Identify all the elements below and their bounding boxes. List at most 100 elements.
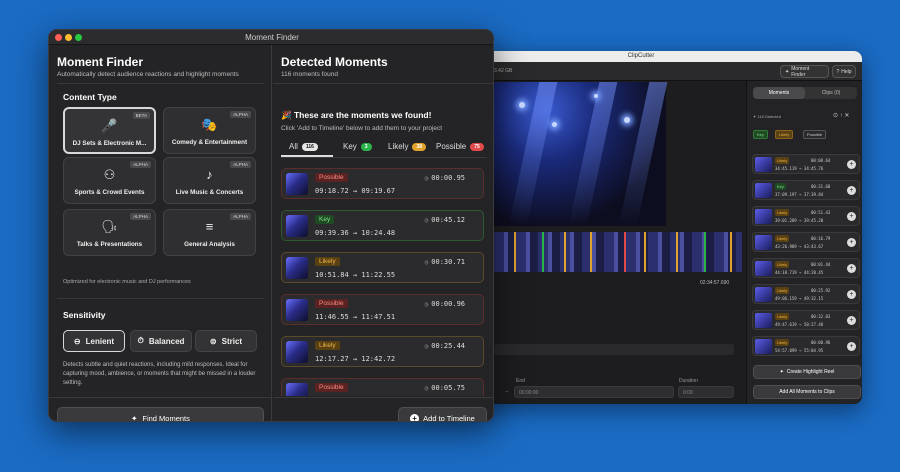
- add-moment-icon[interactable]: +: [847, 212, 856, 221]
- stage-badge: ALPHA: [230, 161, 251, 168]
- moment-card[interactable]: Possible 11:46.55 → 11:47.51 ◷ 00:00.96: [281, 294, 484, 325]
- sensitivity-lenient-button[interactable]: ⊖ Lenient: [63, 330, 125, 352]
- moment-thumbnail: [755, 261, 772, 276]
- sidebar-moment-row[interactable]: Likely 49:47.619 → 50:27.48 00:32.83 +: [752, 310, 860, 330]
- moment-finder-toolbar-button[interactable]: ✦ Moment Finder: [780, 65, 829, 78]
- stage-light: [594, 94, 598, 98]
- sidebar-moment-row[interactable]: Likely 54:57.899 → 55:04.95 00:00.96 +: [752, 336, 860, 356]
- content-type-card[interactable]: ⚇ Sports & Crowd Events ALPHA: [63, 157, 156, 204]
- end-time: 09:19.67: [361, 187, 396, 195]
- plus-circle-icon: +: [410, 413, 420, 421]
- tab-label: Likely: [388, 142, 409, 151]
- add-moment-icon[interactable]: +: [847, 264, 856, 273]
- create-highlight-reel-button[interactable]: ✦ Create Highlight Reel: [753, 365, 861, 379]
- arrow-right-icon: →: [796, 244, 804, 249]
- sensitivity-strict-button[interactable]: ⊜ Strict: [195, 330, 257, 352]
- moment-card[interactable]: Possible 09:18.72 → 09:19.67 ◷ 00:00.95: [281, 168, 484, 199]
- moment-card[interactable]: Likely 12:17.27 → 12:42.72 ◷ 00:25.44: [281, 336, 484, 367]
- light-beam: [618, 82, 668, 226]
- moment-card[interactable]: Possible ◷ 00:05.75: [281, 378, 484, 396]
- content-type-card[interactable]: ♪ Live Music & Concerts ALPHA: [163, 157, 256, 204]
- sidebar-moment-row[interactable]: Likely 34:45.119 → 34:45.76 00:08.64 +: [752, 154, 860, 174]
- content-type-card[interactable]: 🗣 Talks & Presentations ALPHA: [63, 209, 156, 256]
- arrow-right-icon: →: [348, 229, 362, 237]
- results-count: 116 moments found: [281, 71, 338, 78]
- results-title: Detected Moments: [281, 55, 388, 69]
- divider: [57, 298, 264, 299]
- end-field[interactable]: 00:00:00: [514, 386, 674, 398]
- duration: ◷ 00:00.95: [425, 174, 465, 182]
- moments-list[interactable]: Possible 09:18.72 → 09:19.67 ◷ 00:00.95 Key 0…: [273, 159, 493, 396]
- moment-thumbnail: [286, 173, 308, 195]
- sidebar-moment-row[interactable]: Likely 43:26.989 → 43:43.67 00:16.79 +: [752, 232, 860, 252]
- time-range: 39:01.289 → 39:45.20: [775, 218, 823, 223]
- time-range: 43:26.989 → 43:43.67: [775, 244, 823, 249]
- moment-marker: [514, 232, 516, 272]
- tab-all[interactable]: All 116: [289, 142, 318, 151]
- help-button[interactable]: ? Help: [832, 65, 856, 78]
- sensitivity-balanced-button[interactable]: ⏱ Balanced: [130, 330, 192, 352]
- duration-value: 00:01.44: [811, 262, 831, 267]
- sensitivity-label: Strict: [221, 336, 243, 346]
- tab-possible[interactable]: Possible 75: [436, 142, 484, 151]
- content-type-label: Comedy & Entertainment: [171, 139, 248, 146]
- time-range: 12:17.27 → 12:42.72: [315, 355, 395, 363]
- filter-possible[interactable]: Possible: [803, 130, 827, 139]
- sidebar-moment-row[interactable]: Likely 49:06.159 → 49:32.15 00:25.92 +: [752, 284, 860, 304]
- confidence-tag: Likely: [775, 261, 790, 268]
- confidence-tag: Likely: [775, 313, 790, 320]
- add-moment-icon[interactable]: +: [847, 186, 856, 195]
- duration: ◷ 00:25.44: [425, 342, 465, 350]
- divider: [273, 83, 493, 84]
- add-all-moments-button[interactable]: Add All Moments to Clips: [753, 385, 861, 399]
- sensitivity-icon: ⊜: [209, 336, 217, 346]
- find-moments-button[interactable]: ✦ Find Moments: [57, 407, 264, 421]
- time-range: 54:57.899 → 55:04.95: [775, 348, 823, 353]
- sidebar-moment-row[interactable]: Likely 44:18.719 → 44:20.45 00:01.44 +: [752, 258, 860, 278]
- add-moment-icon[interactable]: +: [847, 290, 856, 299]
- filter-key[interactable]: Key: [753, 130, 768, 139]
- window-titlebar: Moment Finder: [49, 30, 493, 45]
- moment-thumbnail: [286, 215, 308, 237]
- moment-card[interactable]: Key 09:39.36 → 10:24.48 ◷ 00:45.12: [281, 210, 484, 241]
- time-range: 09:18.72 → 09:19.67: [315, 187, 395, 195]
- tab-moments[interactable]: Moments: [753, 87, 805, 99]
- add-to-timeline-button[interactable]: + Add to Timeline: [398, 407, 487, 421]
- moment-thumbnail: [755, 339, 772, 354]
- clip-name-bar[interactable]: [494, 344, 734, 355]
- moments-sidebar: Moments Clips (0) ✦ 116 Detected ⊙ ↑ ✕ K…: [746, 81, 862, 404]
- content-type-label: Sports & Crowd Events: [74, 189, 145, 196]
- confidence-tag: Possible: [315, 299, 348, 308]
- filter-likely[interactable]: Likely: [775, 130, 794, 139]
- duration-field[interactable]: 0:00: [678, 386, 734, 398]
- add-moment-icon[interactable]: +: [847, 160, 856, 169]
- content-type-card[interactable]: 🎤 DJ Sets & Electronic M... BETA: [63, 107, 156, 154]
- sidebar-moment-row[interactable]: Likely 39:01.289 → 39:45.20 00:51.43 +: [752, 206, 860, 226]
- add-moment-icon[interactable]: +: [847, 316, 856, 325]
- add-moment-icon[interactable]: +: [847, 238, 856, 247]
- moment-thumbnail: [286, 341, 308, 363]
- confidence-tag: Key: [315, 215, 335, 224]
- tab-likely[interactable]: Likely 38: [388, 142, 427, 151]
- sidebar-moment-row[interactable]: Key 37:09.197 → 37:39.84 00:31.68 +: [752, 180, 860, 200]
- sensitivity-description: Detects subtle and quiet reactions, incl…: [63, 362, 256, 386]
- duration-label: Duration: [679, 378, 698, 384]
- content-type-card[interactable]: ≡ General Analysis ALPHA: [163, 209, 256, 256]
- arrow-right-icon: →: [796, 296, 804, 301]
- tab-clips[interactable]: Clips (0): [805, 87, 857, 99]
- sidebar-action-icons[interactable]: ⊙ ↑ ✕: [833, 112, 849, 119]
- confidence-tag: Possible: [315, 383, 348, 392]
- stage-light: [624, 117, 630, 123]
- confidence-tag: Likely: [775, 287, 790, 294]
- tab-key[interactable]: Key 3: [343, 142, 372, 151]
- end-time: 12:42.72: [361, 355, 396, 363]
- add-moment-icon[interactable]: +: [847, 342, 856, 351]
- timeline-filmstrip[interactable]: [494, 232, 742, 272]
- moment-thumbnail: [755, 313, 772, 328]
- music-note-icon: ♪: [206, 167, 213, 182]
- duration: ◷ 00:30.71: [425, 258, 465, 266]
- video-preview[interactable]: [494, 82, 668, 226]
- arrow-right-icon: →: [796, 348, 804, 353]
- content-type-card[interactable]: 🎭 Comedy & Entertainment ALPHA: [163, 107, 256, 154]
- moment-card[interactable]: Likely 10:51.84 → 11:22.55 ◷ 00:30.71: [281, 252, 484, 283]
